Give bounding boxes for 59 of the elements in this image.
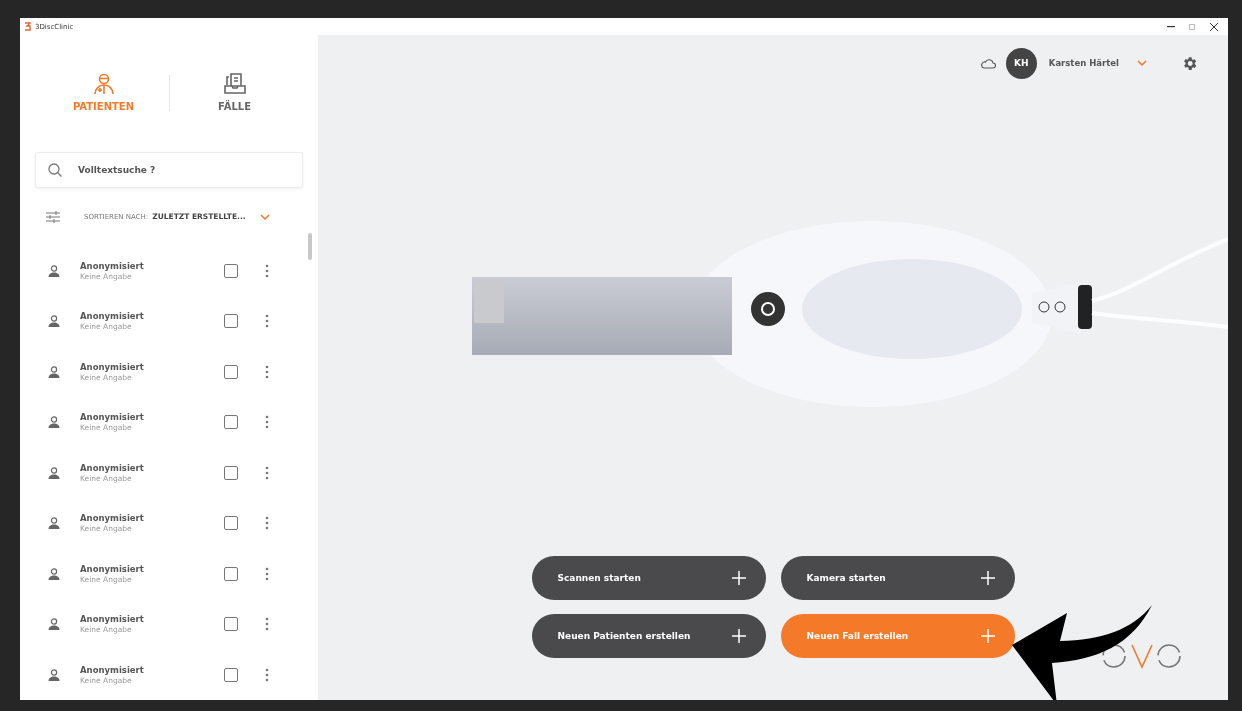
- plus-icon: [731, 571, 746, 585]
- patient-name[interactable]: Anonymisiert: [80, 260, 220, 271]
- filter-sliders-icon[interactable]: [46, 210, 60, 223]
- cloud-icon[interactable]: [979, 57, 996, 69]
- patient-name[interactable]: Anonymisiert: [80, 563, 220, 574]
- document-tray-icon: [222, 73, 247, 96]
- more-options-icon[interactable]: [265, 566, 269, 581]
- more-options-icon[interactable]: [265, 314, 269, 329]
- patient-name[interactable]: Anonymisiert: [80, 513, 220, 524]
- settings-icon[interactable]: [1181, 54, 1198, 72]
- person-icon: [48, 618, 60, 631]
- patient-name[interactable]: Anonymisiert: [80, 311, 220, 322]
- plus-icon: [980, 629, 995, 643]
- checkbox[interactable]: [224, 415, 238, 430]
- person-icon: [48, 365, 60, 378]
- patient-name[interactable]: Anonymisiert: [80, 614, 220, 625]
- checkbox[interactable]: [224, 465, 238, 480]
- minimize-icon[interactable]: [1167, 25, 1175, 28]
- person-icon: [48, 466, 60, 479]
- doctor-icon: [92, 73, 115, 96]
- more-options-icon[interactable]: [265, 415, 269, 430]
- nav-tab[interactable]: FÄLLE: [169, 73, 300, 113]
- user-name[interactable]: Karsten Härtel: [1048, 58, 1119, 68]
- checkbox[interactable]: [224, 516, 238, 531]
- checkbox[interactable]: [224, 566, 238, 581]
- search-field[interactable]: Volltextsuche ?: [35, 152, 303, 188]
- checkbox[interactable]: [224, 667, 238, 682]
- more-options-icon[interactable]: [265, 263, 269, 278]
- more-options-icon[interactable]: [265, 516, 269, 531]
- patient-name[interactable]: Anonymisiert: [80, 664, 220, 675]
- checkbox[interactable]: [224, 617, 238, 632]
- patient-name[interactable]: Anonymisiert: [80, 412, 220, 423]
- more-options-icon[interactable]: [265, 364, 269, 379]
- app-logo-icon: [24, 22, 31, 31]
- patient-name[interactable]: Anonymisiert: [80, 361, 220, 372]
- more-options-icon[interactable]: [265, 465, 269, 480]
- search-icon: [48, 163, 62, 178]
- scrollbar-thumb[interactable]: [308, 233, 312, 260]
- person-icon: [48, 567, 60, 580]
- action-button[interactable]: Neuen Patienten erstellen: [531, 614, 766, 658]
- action-button[interactable]: Scannen starten: [531, 556, 766, 600]
- chevron-down-icon[interactable]: [1137, 60, 1147, 66]
- person-icon: [48, 517, 60, 530]
- more-options-icon[interactable]: [265, 617, 269, 632]
- chevron-down-icon[interactable]: [259, 213, 270, 220]
- checkbox[interactable]: [224, 263, 238, 278]
- person-icon: [48, 264, 60, 277]
- close-icon[interactable]: [1210, 22, 1218, 31]
- plus-icon: [731, 629, 746, 643]
- user-avatar[interactable]: KH: [1005, 47, 1037, 79]
- person-icon: [48, 668, 60, 681]
- plus-icon: [980, 571, 995, 585]
- action-button[interactable]: Kamera starten: [780, 556, 1015, 600]
- checkbox[interactable]: [224, 314, 238, 329]
- more-options-icon[interactable]: [265, 667, 269, 682]
- checkbox[interactable]: [224, 364, 238, 379]
- patient-name[interactable]: Anonymisiert: [80, 462, 220, 473]
- person-icon: [48, 416, 60, 429]
- person-icon: [48, 315, 60, 328]
